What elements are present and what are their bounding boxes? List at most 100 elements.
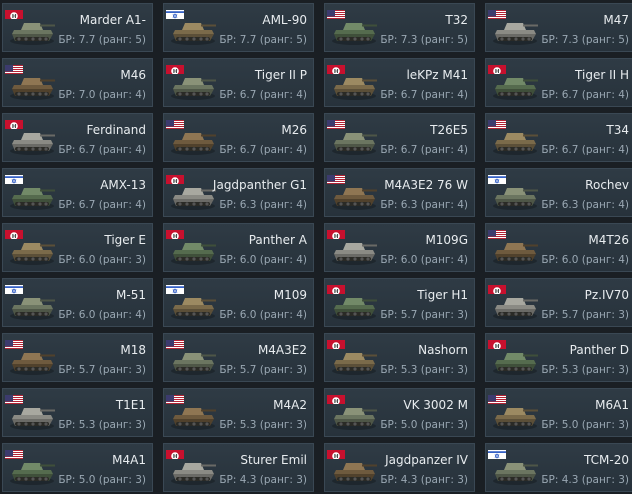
vehicle-br: БР: 5.7 (ранг: 3) xyxy=(541,309,629,321)
germany-flag-icon xyxy=(5,227,23,239)
germany-flag-icon xyxy=(488,282,506,294)
germany-flag-icon xyxy=(166,447,184,459)
us-flag-icon xyxy=(488,392,506,404)
vehicle-br: БР: 6.7 (ранг: 4) xyxy=(58,144,146,156)
vehicle-name: T34 xyxy=(606,123,629,137)
vehicle-card[interactable]: AML-90 БР: 7.7 (ранг: 5) xyxy=(163,3,314,52)
vehicle-card[interactable]: M6A1 БР: 5.0 (ранг: 3) xyxy=(485,388,632,437)
germany-flag-icon xyxy=(327,337,345,349)
vehicle-name: Panther D xyxy=(569,343,629,357)
vehicle-br: БР: 5.3 (ранг: 3) xyxy=(219,419,307,431)
vehicle-card[interactable]: M-51 БР: 6.0 (ранг: 4) xyxy=(2,278,153,327)
vehicle-name: M4A3E2 xyxy=(257,343,307,357)
us-flag-icon xyxy=(327,172,345,184)
vehicle-br: БР: 4.3 (ранг: 3) xyxy=(541,474,629,486)
vehicle-card[interactable]: Jagdpanzer IV БР: 4.3 (ранг: 3) xyxy=(324,443,475,492)
vehicle-br: БР: 5.7 (ранг: 3) xyxy=(380,309,468,321)
vehicle-card[interactable]: leKPz M41 БР: 6.7 (ранг: 4) xyxy=(324,58,475,107)
vehicle-name: M46 xyxy=(120,68,146,82)
vehicle-br: БР: 6.7 (ранг: 4) xyxy=(541,89,629,101)
vehicle-card[interactable]: Panther A БР: 6.0 (ранг: 4) xyxy=(163,223,314,272)
vehicle-name: M109G xyxy=(425,233,468,247)
vehicle-card[interactable]: Tiger II H БР: 6.7 (ранг: 4) xyxy=(485,58,632,107)
vehicle-card[interactable]: Tiger H1 БР: 5.7 (ранг: 3) xyxy=(324,278,475,327)
israel-flag-icon xyxy=(488,447,506,459)
vehicle-card[interactable]: Rochev БР: 6.3 (ранг: 4) xyxy=(485,168,632,217)
vehicle-card[interactable]: M109G БР: 6.0 (ранг: 4) xyxy=(324,223,475,272)
vehicle-br: БР: 5.3 (ранг: 3) xyxy=(541,364,629,376)
vehicle-card[interactable]: Sturer Emil БР: 4.3 (ранг: 3) xyxy=(163,443,314,492)
vehicle-card[interactable]: Nashorn БР: 5.3 (ранг: 3) xyxy=(324,333,475,382)
vehicle-name: Sturer Emil xyxy=(240,453,307,467)
vehicle-card[interactable]: Tiger E БР: 6.0 (ранг: 3) xyxy=(2,223,153,272)
vehicle-br: БР: 5.0 (ранг: 3) xyxy=(380,419,468,431)
vehicle-card[interactable]: M46 БР: 7.0 (ранг: 4) xyxy=(2,58,153,107)
vehicle-card[interactable]: M4A2 БР: 5.3 (ранг: 3) xyxy=(163,388,314,437)
vehicle-name: Jagdpanzer IV xyxy=(385,453,468,467)
us-flag-icon xyxy=(5,392,23,404)
vehicle-grid: Marder A1- БР: 7.7 (ранг: 5) AML-90 БР: 7.… xyxy=(0,0,632,494)
vehicle-br: БР: 5.3 (ранг: 3) xyxy=(58,419,146,431)
vehicle-br: БР: 7.7 (ранг: 5) xyxy=(219,34,307,46)
vehicle-card[interactable]: Pz.IV70 БР: 5.7 (ранг: 3) xyxy=(485,278,632,327)
vehicle-br: БР: 6.7 (ранг: 4) xyxy=(58,199,146,211)
vehicle-br: БР: 5.3 (ранг: 3) xyxy=(380,364,468,376)
vehicle-name: T32 xyxy=(445,13,468,27)
us-flag-icon xyxy=(5,447,23,459)
vehicle-br: БР: 7.7 (ранг: 5) xyxy=(58,34,146,46)
vehicle-br: БР: 6.7 (ранг: 4) xyxy=(219,144,307,156)
vehicle-name: AML-90 xyxy=(262,13,307,27)
vehicle-card[interactable]: T34 БР: 6.7 (ранг: 4) xyxy=(485,113,632,162)
us-flag-icon xyxy=(488,7,506,19)
germany-flag-icon xyxy=(488,337,506,349)
vehicle-card[interactable]: Tiger II P БР: 6.7 (ранг: 4) xyxy=(163,58,314,107)
vehicle-card[interactable]: M18 БР: 5.7 (ранг: 3) xyxy=(2,333,153,382)
vehicle-name: Ferdinand xyxy=(86,123,146,137)
vehicle-br: БР: 6.3 (ранг: 4) xyxy=(380,199,468,211)
vehicle-card[interactable]: Jagdpanther G1 БР: 6.3 (ранг: 4) xyxy=(163,168,314,217)
vehicle-card[interactable]: M4T26 БР: 6.0 (ранг: 4) xyxy=(485,223,632,272)
germany-flag-icon xyxy=(5,117,23,129)
germany-flag-icon xyxy=(488,62,506,74)
vehicle-card[interactable]: T1E1 БР: 5.3 (ранг: 3) xyxy=(2,388,153,437)
vehicle-br: БР: 6.7 (ранг: 4) xyxy=(219,89,307,101)
us-flag-icon xyxy=(5,62,23,74)
vehicle-br: БР: 6.3 (ранг: 4) xyxy=(219,199,307,211)
vehicle-card[interactable]: Marder A1- БР: 7.7 (ранг: 5) xyxy=(2,3,153,52)
vehicle-card[interactable]: M4A3E2 76 W БР: 6.3 (ранг: 4) xyxy=(324,168,475,217)
germany-flag-icon xyxy=(327,62,345,74)
vehicle-br: БР: 6.7 (ранг: 4) xyxy=(541,144,629,156)
vehicle-card[interactable]: VK 3002 M БР: 5.0 (ранг: 3) xyxy=(324,388,475,437)
vehicle-br: БР: 7.3 (ранг: 5) xyxy=(380,34,468,46)
vehicle-br: БР: 6.0 (ранг: 3) xyxy=(58,254,146,266)
vehicle-card[interactable]: M47 БР: 7.3 (ранг: 5) xyxy=(485,3,632,52)
vehicle-card[interactable]: T26E5 БР: 6.7 (ранг: 4) xyxy=(324,113,475,162)
us-flag-icon xyxy=(488,117,506,129)
us-flag-icon xyxy=(5,337,23,349)
vehicle-card[interactable]: AMX-13 БР: 6.7 (ранг: 4) xyxy=(2,168,153,217)
vehicle-card[interactable]: Ferdinand БР: 6.7 (ранг: 4) xyxy=(2,113,153,162)
vehicle-card[interactable]: M4A1 БР: 5.0 (ранг: 3) xyxy=(2,443,153,492)
vehicle-card[interactable]: M26 БР: 6.7 (ранг: 4) xyxy=(163,113,314,162)
israel-flag-icon xyxy=(166,282,184,294)
germany-flag-icon xyxy=(327,447,345,459)
vehicle-br: БР: 7.3 (ранг: 5) xyxy=(541,34,629,46)
israel-flag-icon xyxy=(166,7,184,19)
us-flag-icon xyxy=(327,117,345,129)
vehicle-card[interactable]: M109 БР: 6.0 (ранг: 4) xyxy=(163,278,314,327)
vehicle-br: БР: 6.0 (ранг: 4) xyxy=(58,309,146,321)
vehicle-card[interactable]: T32 БР: 7.3 (ранг: 5) xyxy=(324,3,475,52)
vehicle-card[interactable]: M4A3E2 БР: 5.7 (ранг: 3) xyxy=(163,333,314,382)
vehicle-name: Tiger II P xyxy=(254,68,307,82)
vehicle-br: БР: 6.0 (ранг: 4) xyxy=(380,254,468,266)
us-flag-icon xyxy=(488,227,506,239)
vehicle-name: Rochev xyxy=(585,178,629,192)
vehicle-card[interactable]: TCM-20 БР: 4.3 (ранг: 3) xyxy=(485,443,632,492)
vehicle-name: AMX-13 xyxy=(100,178,146,192)
vehicle-br: БР: 6.7 (ранг: 4) xyxy=(380,144,468,156)
israel-flag-icon xyxy=(488,172,506,184)
vehicle-br: БР: 6.0 (ранг: 4) xyxy=(219,254,307,266)
vehicle-card[interactable]: Panther D БР: 5.3 (ранг: 3) xyxy=(485,333,632,382)
vehicle-br: БР: 5.7 (ранг: 3) xyxy=(58,364,146,376)
vehicle-name: M18 xyxy=(120,343,146,357)
